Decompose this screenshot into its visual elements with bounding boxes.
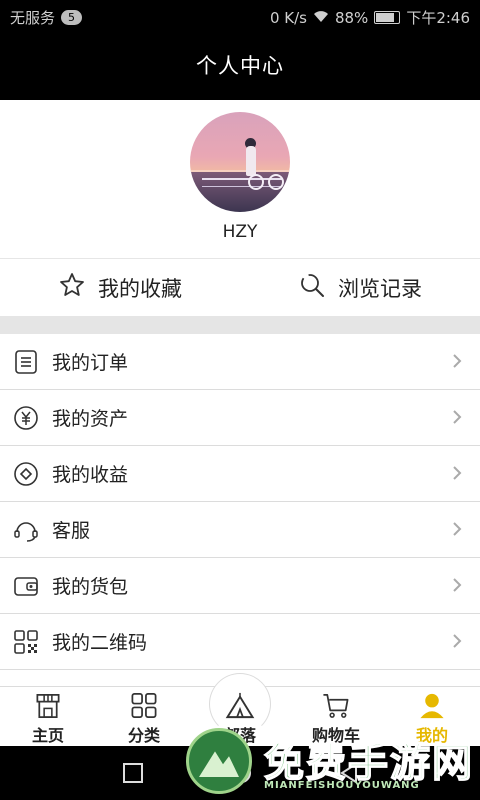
tab-tribe[interactable]: 部落 [192, 673, 288, 746]
username: HZY [222, 222, 258, 242]
menu-item-qrcode[interactable]: 我的二维码 [0, 614, 480, 670]
tab-label: 购物车 [311, 726, 360, 745]
chevron-right-icon [453, 354, 462, 368]
category-grid-icon [131, 693, 157, 718]
cart-icon [323, 693, 349, 718]
chevron-right-icon [453, 522, 462, 536]
menu-item-assets[interactable]: 我的资产 [0, 390, 480, 446]
menu-item-label: 我的收益 [52, 464, 129, 486]
bottom-tab-bar: 主页 分类 部落 购物车 我的 [0, 673, 480, 746]
menu-item-customer-service[interactable]: 客服 [0, 502, 480, 558]
status-bar: 无服务 5 0 K/s 88% 下午2:46 [0, 0, 480, 32]
chevron-right-icon [453, 634, 462, 648]
history-label: 浏览记录 [338, 276, 422, 301]
menu-item-label: 客服 [52, 520, 91, 542]
yen-circle-icon [12, 404, 40, 432]
tab-cart[interactable]: 购物车 [288, 687, 384, 746]
menu-item-label: 我的订单 [52, 352, 129, 374]
page-title: 个人中心 [0, 32, 480, 100]
tab-label: 部落 [223, 726, 256, 745]
headset-icon [12, 516, 40, 544]
wifi-icon [313, 9, 329, 27]
order-list-icon [12, 348, 40, 376]
user-icon [420, 693, 444, 719]
carrier-text: 无服务 [10, 9, 56, 27]
tent-icon [225, 692, 255, 719]
avatar[interactable] [190, 112, 290, 212]
earnings-icon [12, 460, 40, 488]
clock: 下午2:46 [406, 9, 470, 27]
quick-links: 我的收藏 浏览记录 [0, 258, 480, 316]
tab-label: 分类 [127, 726, 160, 745]
battery-icon [374, 11, 401, 24]
history-button[interactable]: 浏览记录 [240, 259, 480, 316]
favorites-button[interactable]: 我的收藏 [0, 259, 240, 316]
menu-item-label: 我的货包 [52, 576, 129, 598]
notification-badge: 5 [61, 10, 83, 25]
section-divider [0, 316, 480, 334]
tab-home[interactable]: 主页 [0, 687, 96, 746]
qr-code-icon [12, 628, 40, 656]
home-icon[interactable] [230, 762, 252, 784]
chevron-right-icon [453, 578, 462, 592]
wallet-icon [12, 572, 40, 600]
battery-percent: 88% [334, 8, 369, 27]
menu-item-orders[interactable]: 我的订单 [0, 334, 480, 390]
menu-item-wallet[interactable]: 我的货包 [0, 558, 480, 614]
network-speed: 0 K/s [269, 8, 307, 27]
recent-apps-icon[interactable] [122, 762, 144, 784]
storefront-icon [36, 693, 60, 718]
menu-item-label: 我的资产 [52, 408, 129, 430]
tab-me[interactable]: 我的 [384, 687, 480, 746]
system-nav-bar [0, 746, 480, 800]
star-icon [58, 271, 86, 304]
profile-section: HZY [0, 100, 480, 258]
menu-list: 我的订单 我的资产 我的收益 客服 我的货包 我的二维码 [0, 334, 480, 670]
chevron-right-icon [453, 410, 462, 424]
history-search-icon [298, 271, 326, 304]
menu-item-label: 我的二维码 [52, 632, 148, 654]
tab-label: 我的 [415, 726, 448, 745]
tab-label: 主页 [31, 726, 64, 745]
chevron-right-icon [453, 466, 462, 480]
status-right: 0 K/s 88% 下午2:46 [270, 7, 470, 28]
back-icon[interactable] [338, 762, 360, 784]
favorites-label: 我的收藏 [98, 276, 182, 301]
menu-item-earnings[interactable]: 我的收益 [0, 446, 480, 502]
tab-category[interactable]: 分类 [96, 687, 192, 746]
status-left: 无服务 5 [10, 7, 83, 28]
